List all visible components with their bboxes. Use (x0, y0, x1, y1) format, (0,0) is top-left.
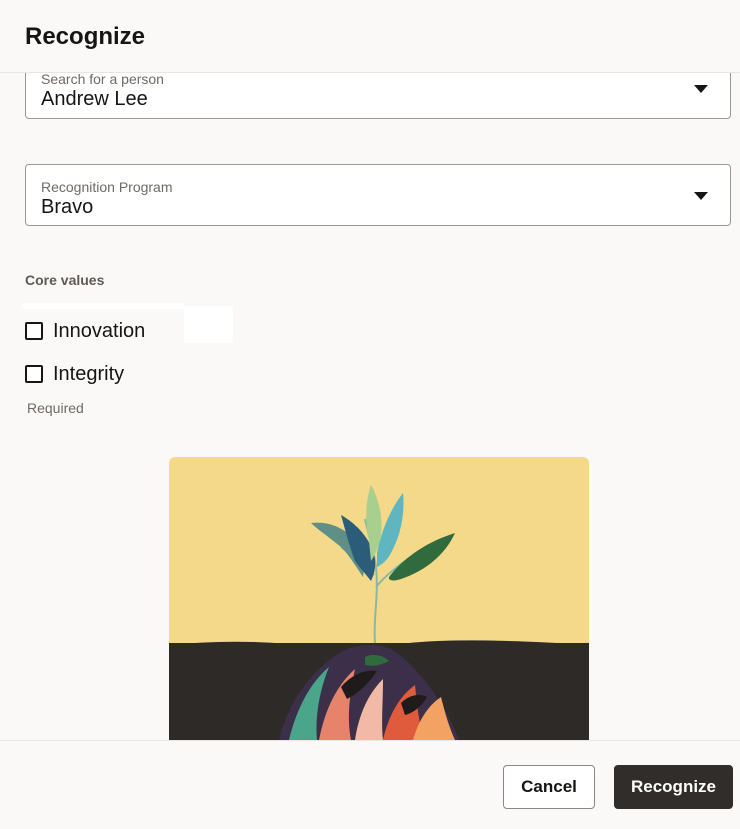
recognition-program-value: Bravo (41, 196, 94, 218)
growing-plant-illustration (169, 457, 589, 740)
core-values-label: Core values (25, 272, 105, 288)
recognition-program-label: Recognition Program (41, 179, 173, 195)
core-value-label: Integrity (53, 362, 125, 385)
recognize-button[interactable]: Recognize (614, 765, 733, 809)
highlight-patch (184, 306, 233, 343)
header-overlay: Recognize (0, 0, 740, 73)
person-search-value: Andrew Lee (41, 88, 148, 110)
core-value-label: Innovation (53, 319, 146, 342)
dropdown-caret-icon[interactable] (694, 85, 708, 93)
checkbox[interactable] (25, 365, 43, 383)
person-search-label: Search for a person (41, 71, 164, 87)
core-value-option[interactable]: Integrity (25, 362, 124, 386)
cancel-button[interactable]: Cancel (503, 765, 595, 809)
highlight-patch (22, 303, 184, 309)
required-helper-text: Required (27, 400, 84, 416)
dialog-footer: Cancel Recognize (0, 740, 740, 829)
dropdown-caret-icon[interactable] (694, 192, 708, 200)
core-value-option[interactable]: Innovation (25, 319, 145, 343)
recognition-program-field[interactable]: Recognition Program Bravo (25, 164, 731, 226)
dialog-title-overlay: Recognize (25, 23, 146, 50)
checkbox[interactable] (25, 322, 43, 340)
